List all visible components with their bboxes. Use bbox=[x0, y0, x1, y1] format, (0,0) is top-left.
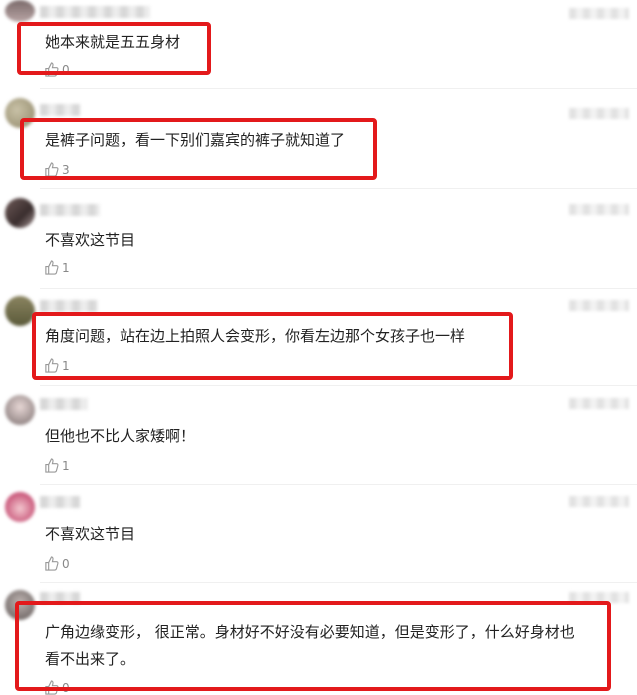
divider bbox=[40, 484, 637, 485]
thumbs-up-icon bbox=[45, 458, 59, 473]
like-count: 1 bbox=[62, 458, 70, 473]
timestamp-blurred bbox=[569, 300, 629, 311]
comment-text: 不喜欢这节目 bbox=[45, 525, 136, 543]
avatar[interactable] bbox=[5, 296, 35, 326]
comment-text: 但他也不比人家矮啊！ bbox=[45, 427, 196, 445]
divider bbox=[40, 188, 637, 189]
avatar[interactable] bbox=[5, 0, 35, 22]
like-button[interactable]: 1 bbox=[44, 458, 70, 473]
divider bbox=[40, 88, 637, 89]
timestamp-blurred bbox=[569, 496, 629, 507]
timestamp-blurred bbox=[569, 8, 629, 19]
username-blurred[interactable] bbox=[40, 104, 80, 116]
thumbs-up-icon bbox=[45, 260, 59, 275]
username-blurred[interactable] bbox=[40, 6, 150, 18]
highlight-box bbox=[32, 312, 513, 380]
username-blurred[interactable] bbox=[40, 300, 98, 312]
comment-text: 不喜欢这节目 bbox=[45, 231, 136, 249]
username-blurred[interactable] bbox=[40, 204, 100, 216]
highlight-box bbox=[17, 22, 211, 75]
like-count: 0 bbox=[62, 556, 70, 571]
divider bbox=[40, 288, 637, 289]
username-blurred[interactable] bbox=[40, 398, 88, 410]
highlight-box bbox=[20, 118, 377, 180]
username-blurred[interactable] bbox=[40, 496, 80, 508]
avatar[interactable] bbox=[5, 492, 35, 522]
thumbs-up-icon bbox=[45, 556, 59, 571]
highlight-box bbox=[15, 601, 611, 691]
timestamp-blurred bbox=[569, 108, 629, 119]
divider bbox=[40, 582, 637, 583]
timestamp-blurred bbox=[569, 204, 629, 215]
like-button[interactable]: 0 bbox=[44, 556, 70, 571]
avatar[interactable] bbox=[5, 198, 35, 228]
avatar[interactable] bbox=[5, 395, 35, 425]
divider bbox=[40, 385, 637, 386]
like-button[interactable]: 1 bbox=[44, 260, 70, 275]
timestamp-blurred bbox=[569, 398, 629, 409]
like-count: 1 bbox=[62, 260, 70, 275]
